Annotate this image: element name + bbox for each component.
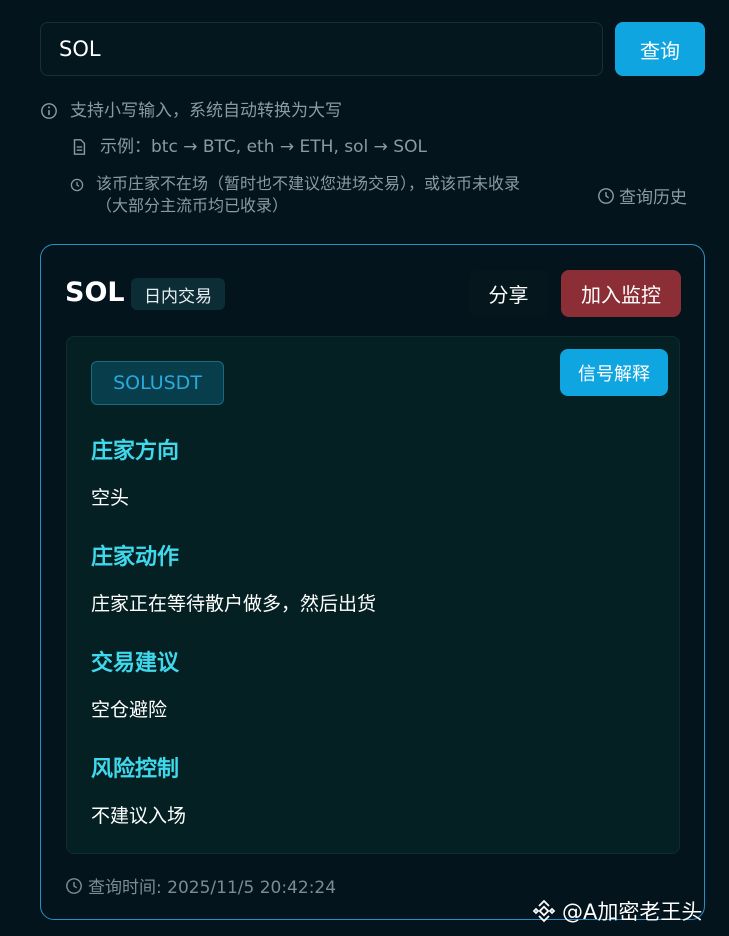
clock-icon	[70, 178, 84, 192]
hint-not-listed-text: 该币庄家不在场（暂时也不建议您进场交易），或该币未收录	[96, 174, 521, 193]
watermark: @A加密老王头	[530, 896, 702, 926]
trade-advice-value: 空仓避险	[91, 699, 168, 721]
dealer-direction-value: 空头	[91, 487, 130, 509]
search-input[interactable]	[40, 22, 603, 76]
clock-icon	[598, 187, 614, 204]
query-history-label: 查询历史	[619, 188, 687, 208]
trade-advice-heading: 交易建议	[91, 651, 180, 676]
query-timestamp: 查询时间: 2025/11/5 20:42:24	[65, 873, 336, 898]
query-page: 查询 支持小写输入，系统自动转换为大写 示例：btc → BTC, eth → …	[0, 0, 729, 936]
risk-control-heading: 风险控制	[91, 757, 180, 782]
watermark-text: @A加密老王头	[562, 900, 703, 924]
dealer-direction-heading: 庄家方向	[91, 439, 180, 464]
dealer-action-value: 庄家正在等待散户做多，然后出货	[91, 593, 377, 615]
query-timestamp-text: 查询时间: 2025/11/5 20:42:24	[88, 878, 337, 898]
hint-example: 示例：btc → BTC, eth → ETH, sol → SOL	[70, 136, 427, 158]
document-icon	[73, 139, 86, 155]
trade-mode-badge: 日内交易	[131, 278, 225, 310]
coin-title: SOL	[65, 277, 125, 308]
hint-lowercase-text: 支持小写输入，系统自动转换为大写	[70, 101, 342, 121]
binance-logo-icon	[532, 899, 556, 923]
info-circle-icon	[41, 103, 57, 119]
hint-example-text: 示例：btc → BTC, eth → ETH, sol → SOL	[100, 137, 427, 157]
signal-panel: SOLUSDT 信号解释 庄家方向 空头 庄家动作 庄家正在等待散户做多，然后出…	[66, 336, 680, 854]
add-monitor-button[interactable]: 加入监控	[561, 270, 681, 317]
hint-not-listed-note: （大部分主流币均已收录）	[96, 196, 289, 215]
result-card: SOL 日内交易 分享 加入监控 SOLUSDT 信号解释 庄家方向 空头 庄家…	[40, 244, 705, 920]
dealer-action-heading: 庄家动作	[91, 545, 180, 570]
query-history-link[interactable]: 查询历史	[597, 183, 687, 208]
share-button[interactable]: 分享	[469, 270, 548, 317]
signal-explain-button[interactable]: 信号解释	[560, 349, 668, 396]
query-button[interactable]: 查询	[615, 22, 705, 76]
symbol-tag: SOLUSDT	[91, 361, 224, 405]
clock-icon	[66, 877, 82, 894]
risk-control-value: 不建议入场	[91, 805, 187, 827]
hint-lowercase: 支持小写输入，系统自动转换为大写	[40, 100, 342, 122]
hint-not-listed: 该币庄家不在场（暂时也不建议您进场交易），或该币未收录 （大部分主流币均已收录）	[70, 173, 570, 217]
